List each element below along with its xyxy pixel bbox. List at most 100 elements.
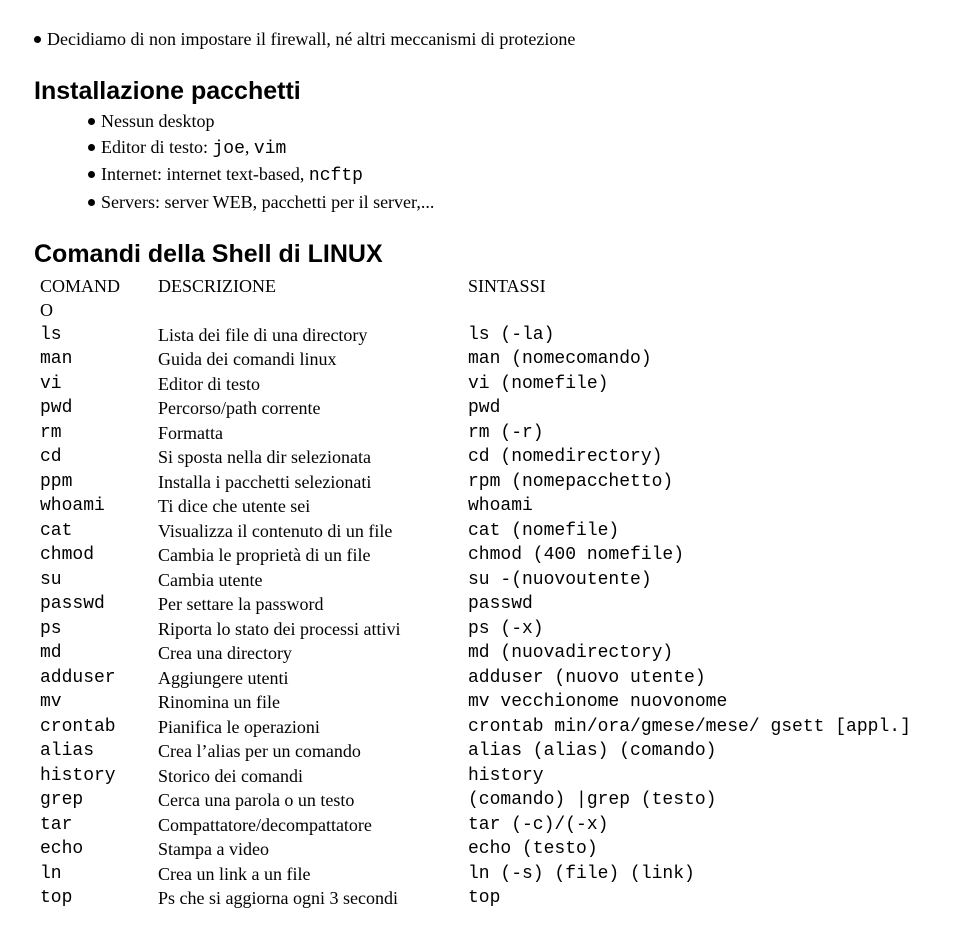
- col-header-syntax: SINTASSI: [464, 275, 924, 298]
- table-row: cdSi sposta nella dir selezionatacd (nom…: [36, 446, 924, 469]
- bullet-icon: [88, 171, 95, 178]
- table-row: whoamiTi dice che utente seiwhoami: [36, 495, 924, 518]
- cmd-syntax: ls (-la): [464, 324, 924, 347]
- bullet-icon: [88, 199, 95, 206]
- cmd-description: Pianifica le operazioni: [154, 716, 462, 739]
- cmd-name: tar: [36, 814, 152, 837]
- bullet-icon: [88, 144, 95, 151]
- cmd-name: passwd: [36, 593, 152, 616]
- cmd-name: ppm: [36, 471, 152, 494]
- cmd-syntax: man (nomecomando): [464, 348, 924, 371]
- install-list: Nessun desktopEditor di testo: joe, vimI…: [34, 110, 926, 214]
- cmd-syntax: (comando) |grep (testo): [464, 789, 924, 812]
- cmd-name: history: [36, 765, 152, 788]
- cmd-description: Visualizza il contenuto di un file: [154, 520, 462, 543]
- bullet-icon: [88, 118, 95, 125]
- list-item: Servers: server WEB, pacchetti per il se…: [88, 191, 926, 214]
- cmd-description: Si sposta nella dir selezionata: [154, 446, 462, 469]
- cmd-name: echo: [36, 838, 152, 861]
- table-row: lnCrea un link a un fileln (-s) (file) (…: [36, 863, 924, 886]
- table-row: tarCompattatore/decompattatoretar (-c)/(…: [36, 814, 924, 837]
- cmd-description: Compattatore/decompattatore: [154, 814, 462, 837]
- cmd-syntax: ps (-x): [464, 618, 924, 641]
- cmd-name: crontab: [36, 716, 152, 739]
- table-header-row: COMANDDESCRIZIONESINTASSI: [36, 275, 924, 298]
- cmd-syntax: mv vecchionome nuovonome: [464, 691, 924, 714]
- table-row: pwdPercorso/path correntepwd: [36, 397, 924, 420]
- list-item-text: Servers: server WEB, pacchetti per il se…: [101, 191, 926, 214]
- cmd-syntax: pwd: [464, 397, 924, 420]
- cmd-description: Installa i pacchetti selezionati: [154, 471, 462, 494]
- cmd-syntax: echo (testo): [464, 838, 924, 861]
- list-item: Editor di testo: joe, vim: [88, 136, 926, 161]
- cmd-description: Crea l’alias per un comando: [154, 740, 462, 763]
- list-item: Internet: internet text-based, ncftp: [88, 163, 926, 188]
- cmd-description: Percorso/path corrente: [154, 397, 462, 420]
- cmd-description: Cambia le proprietà di un file: [154, 544, 462, 567]
- table-row: manGuida dei comandi linuxman (nomecoman…: [36, 348, 924, 371]
- cmd-name: ps: [36, 618, 152, 641]
- table-row: viEditor di testovi (nomefile): [36, 373, 924, 396]
- table-row: historyStorico dei comandihistory: [36, 765, 924, 788]
- cmd-name: rm: [36, 422, 152, 445]
- table-row: echoStampa a videoecho (testo): [36, 838, 924, 861]
- cmd-description: Crea una directory: [154, 642, 462, 665]
- cmd-syntax: su -(nuovoutente): [464, 569, 924, 592]
- section-install-title: Installazione pacchetti: [34, 77, 926, 106]
- table-row: topPs che si aggiorna ogni 3 seconditop: [36, 887, 924, 910]
- cmd-description: Cambia utente: [154, 569, 462, 592]
- cmd-name: su: [36, 569, 152, 592]
- cmd-syntax: cat (nomefile): [464, 520, 924, 543]
- cmd-name: cat: [36, 520, 152, 543]
- cmd-syntax: vi (nomefile): [464, 373, 924, 396]
- table-header-row: O: [36, 299, 924, 322]
- cmd-name: top: [36, 887, 152, 910]
- cmd-name: adduser: [36, 667, 152, 690]
- cmd-description: Riporta lo stato dei processi attivi: [154, 618, 462, 641]
- table-row: mdCrea una directorymd (nuovadirectory): [36, 642, 924, 665]
- intro-text: Decidiamo di non impostare il firewall, …: [47, 28, 926, 51]
- table-row: aliasCrea l’alias per un comandoalias (a…: [36, 740, 924, 763]
- table-row: catVisualizza il contenuto di un filecat…: [36, 520, 924, 543]
- cmd-syntax: md (nuovadirectory): [464, 642, 924, 665]
- table-row: psRiporta lo stato dei processi attivips…: [36, 618, 924, 641]
- cmd-syntax: crontab min/ora/gmese/mese/ gsett [appl.…: [464, 716, 924, 739]
- col-header-command-cont: O: [36, 299, 152, 322]
- cmd-description: Formatta: [154, 422, 462, 445]
- col-header-command: COMAND: [36, 275, 152, 298]
- cmd-name: whoami: [36, 495, 152, 518]
- cmd-syntax: chmod (400 nomefile): [464, 544, 924, 567]
- cmd-name: ls: [36, 324, 152, 347]
- table-row: adduserAggiungere utentiadduser (nuovo u…: [36, 667, 924, 690]
- cmd-syntax: tar (-c)/(-x): [464, 814, 924, 837]
- cmd-name: cd: [36, 446, 152, 469]
- cmd-name: ln: [36, 863, 152, 886]
- cmd-name: chmod: [36, 544, 152, 567]
- cmd-description: Ti dice che utente sei: [154, 495, 462, 518]
- cmd-description: Lista dei file di una directory: [154, 324, 462, 347]
- section-commands-title: Comandi della Shell di LINUX: [34, 240, 926, 269]
- cmd-description: Stampa a video: [154, 838, 462, 861]
- cmd-description: Editor di testo: [154, 373, 462, 396]
- cmd-name: mv: [36, 691, 152, 714]
- cmd-syntax: whoami: [464, 495, 924, 518]
- cmd-syntax: passwd: [464, 593, 924, 616]
- table-row: ppmInstalla i pacchetti selezionatirpm (…: [36, 471, 924, 494]
- list-item-text: Internet: internet text-based, ncftp: [101, 163, 926, 188]
- table-row: chmodCambia le proprietà di un filechmod…: [36, 544, 924, 567]
- cmd-name: man: [36, 348, 152, 371]
- cmd-description: Ps che si aggiorna ogni 3 secondi: [154, 887, 462, 910]
- table-row: passwdPer settare la passwordpasswd: [36, 593, 924, 616]
- table-row: lsLista dei file di una directoryls (-la…: [36, 324, 924, 347]
- cmd-syntax: history: [464, 765, 924, 788]
- cmd-syntax: cd (nomedirectory): [464, 446, 924, 469]
- cmd-syntax: adduser (nuovo utente): [464, 667, 924, 690]
- table-row: rmFormattarm (-r): [36, 422, 924, 445]
- cmd-name: alias: [36, 740, 152, 763]
- commands-table: COMANDDESCRIZIONESINTASSIOlsLista dei fi…: [34, 273, 926, 912]
- cmd-description: Crea un link a un file: [154, 863, 462, 886]
- table-row: mvRinomina un filemv vecchionome nuovono…: [36, 691, 924, 714]
- cmd-description: Aggiungere utenti: [154, 667, 462, 690]
- table-row: grepCerca una parola o un testo(comando)…: [36, 789, 924, 812]
- cmd-syntax: top: [464, 887, 924, 910]
